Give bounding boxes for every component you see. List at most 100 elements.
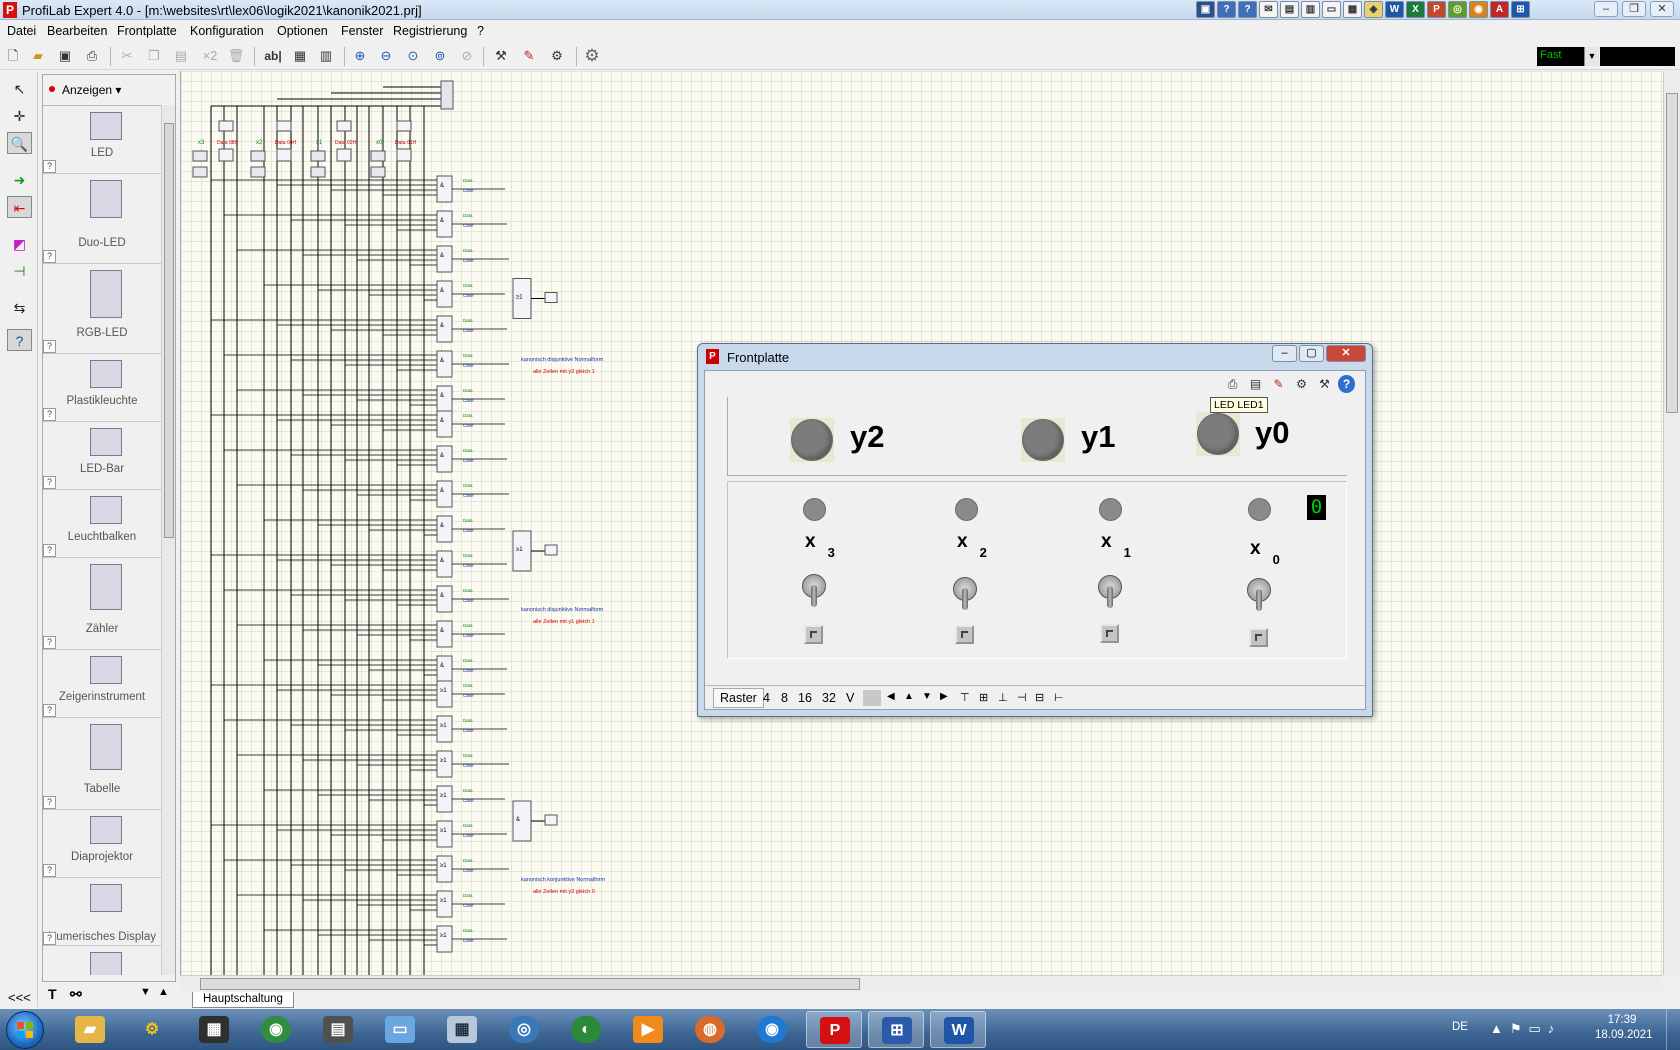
binoculars-icon[interactable]: ⚯ <box>70 986 82 1003</box>
help-button[interactable]: ? <box>43 250 56 263</box>
palette-item-duo-led[interactable]: Duo-LED? <box>43 174 161 264</box>
raster-button[interactable]: Raster <box>713 688 764 708</box>
canvas-horizontal-scrollbar[interactable] <box>180 975 1663 991</box>
arrow-up-icon[interactable]: ▲ <box>904 691 914 702</box>
profilab-app-icon[interactable]: P <box>3 2 17 18</box>
palette-item-plastikleuchte[interactable]: Plastikleuchte? <box>43 354 161 422</box>
taskbar-profilab[interactable]: P <box>806 1011 862 1048</box>
taskbar-player[interactable]: ▶ <box>620 1011 676 1048</box>
palette-item-tabelle[interactable]: Tabelle? <box>43 718 161 810</box>
palette-header[interactable]: Anzeigen ▾ <box>43 75 175 105</box>
copy-icon[interactable]: ❐ <box>145 47 163 65</box>
align-middle-icon[interactable]: ⊞ <box>979 691 988 704</box>
arrow-left-icon[interactable]: ◀ <box>887 691 895 702</box>
text-tool-button[interactable]: ab| <box>261 47 285 65</box>
taskbar-remote[interactable]: ⊞ <box>868 1011 924 1048</box>
help-icon[interactable]: ? <box>1238 1 1257 18</box>
mail-icon[interactable]: ✉ <box>1259 1 1278 18</box>
language-indicator[interactable]: DE <box>1452 1021 1468 1033</box>
taskbar-chip-tool[interactable]: ▦ <box>186 1011 242 1048</box>
powerpoint-icon[interactable]: P <box>1427 1 1446 18</box>
push-button-x2[interactable] <box>955 625 974 644</box>
excel-icon[interactable]: X <box>1406 1 1425 18</box>
raster-32[interactable]: 32 <box>822 691 836 705</box>
start-button[interactable] <box>6 1011 44 1049</box>
palette-item-zaehler[interactable]: Zähler? <box>43 558 161 650</box>
taskbar-explorer[interactable]: ▰ <box>62 1011 118 1048</box>
menu-fenster[interactable]: Fenster <box>341 24 383 38</box>
maximize-icon[interactable]: ▢ <box>1299 345 1324 362</box>
taskbar-edge[interactable]: ◉ <box>744 1011 800 1048</box>
close-icon[interactable]: ✕ <box>1650 1 1674 17</box>
arrow-right-icon[interactable]: ▶ <box>940 691 948 702</box>
probe-icon[interactable]: ✎ <box>520 47 538 65</box>
word-icon[interactable]: W <box>1385 1 1404 18</box>
help-icon[interactable]: ? <box>1338 375 1355 393</box>
taskbar-globe[interactable]: ◎ <box>496 1011 552 1048</box>
menu-registrierung[interactable]: Registrierung <box>393 24 467 38</box>
zoom-page-icon[interactable]: ⊚ <box>431 47 449 65</box>
wire-tool-icon[interactable]: ⇤ <box>7 196 32 218</box>
print-icon[interactable]: ⎙ <box>1223 375 1242 393</box>
speed-select[interactable]: Fast ▼ <box>1537 47 1599 66</box>
collapse-button[interactable]: <<< <box>8 990 31 1005</box>
palette-item-leuchtbalken[interactable]: Leuchtbalken? <box>43 490 161 558</box>
help-button[interactable]: ? <box>43 340 56 353</box>
raster-4[interactable]: 4 <box>763 691 770 705</box>
restore-icon[interactable]: ❐ <box>1622 1 1646 17</box>
remote-icon[interactable]: ⊞ <box>1511 1 1530 18</box>
toggle-switch-x0[interactable] <box>1245 575 1273 613</box>
save-icon[interactable]: ▣ <box>56 47 74 65</box>
arrow-down-icon[interactable]: ▼ <box>922 691 932 702</box>
palette-item-text[interactable] <box>43 946 161 975</box>
help-button[interactable]: ? <box>43 408 56 421</box>
zoom-out-icon[interactable]: ⊖ <box>377 47 395 65</box>
clipboard-icon[interactable]: ▥ <box>1301 1 1320 18</box>
close-icon[interactable]: ✕ <box>1326 345 1366 362</box>
align-right-icon[interactable]: ⊢ <box>1054 691 1064 704</box>
help-button[interactable]: ? <box>43 932 56 945</box>
palette-category[interactable]: Anzeigen ▾ <box>62 83 121 97</box>
help-button[interactable]: ? <box>43 544 56 557</box>
help-button[interactable]: ? <box>43 796 56 809</box>
duplicate-button[interactable]: ×2 <box>199 47 221 65</box>
probe-icon[interactable]: ✎ <box>1269 375 1288 393</box>
compile-icon[interactable]: ⚙ <box>1292 375 1311 393</box>
print-icon[interactable]: ⎙ <box>83 47 101 65</box>
browser-icon[interactable]: ◉ <box>1469 1 1488 18</box>
taskbar-notepad[interactable]: ▭ <box>372 1011 428 1048</box>
push-button-x0[interactable] <box>1249 628 1268 647</box>
align-bottom-icon[interactable]: ⊥ <box>998 691 1008 704</box>
align-left-icon[interactable]: ⊣ <box>1017 691 1027 704</box>
canvas-vertical-scrollbar[interactable] <box>1663 71 1680 975</box>
connector-icon[interactable]: ⊣ <box>7 260 32 282</box>
help-button[interactable]: ? <box>43 476 56 489</box>
palette-item-led-bar[interactable]: LED-Bar? <box>43 422 161 490</box>
help-icon[interactable]: ? <box>1217 1 1236 18</box>
raster-8[interactable]: 8 <box>781 691 788 705</box>
help-cursor-icon[interactable]: ? <box>7 329 32 351</box>
palette-item-zeigerinstrument[interactable]: Zeigerinstrument? <box>43 650 161 718</box>
scrollbar-thumb[interactable] <box>200 978 860 990</box>
toggle-switch-x3[interactable] <box>800 571 828 609</box>
build-icon[interactable]: ⚒ <box>1315 375 1334 393</box>
arrow-down-icon[interactable]: ▼ <box>140 986 151 998</box>
pages-icon[interactable]: ▥ <box>317 47 335 65</box>
web-icon[interactable]: ◎ <box>1448 1 1467 18</box>
raster-v[interactable]: V <box>846 691 854 705</box>
build-icon[interactable]: ⚒ <box>492 47 510 65</box>
app-icon[interactable]: ▣ <box>1196 1 1215 18</box>
zoom-tool-icon[interactable]: 🔍 <box>7 132 32 154</box>
chevron-down-icon[interactable]: ▼ <box>1584 47 1599 66</box>
open-folder-icon[interactable]: ▰ <box>29 47 47 65</box>
text-icon[interactable]: T <box>48 986 57 1002</box>
zoom-reset-icon[interactable]: ⊘ <box>458 47 476 65</box>
toggle-switch-x1[interactable] <box>1096 572 1124 610</box>
scrollbar-thumb[interactable] <box>164 123 174 538</box>
palette-item-rgb-led[interactable]: RGB-LED? <box>43 264 161 354</box>
taskbar-settings[interactable]: ⚙ <box>124 1011 180 1048</box>
new-file-icon[interactable]: 🗋 <box>4 47 22 65</box>
show-desktop-button[interactable] <box>1666 1009 1680 1050</box>
raster-16[interactable]: 16 <box>798 691 812 705</box>
menu-datei[interactable]: Datei <box>7 24 36 38</box>
